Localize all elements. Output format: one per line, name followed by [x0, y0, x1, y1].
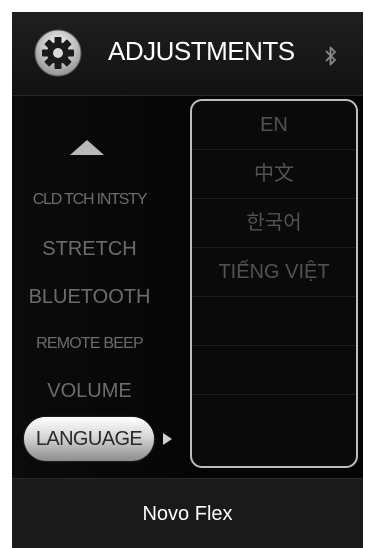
gear-icon[interactable]	[34, 29, 82, 77]
settings-menu: CLD TCH INTSTY STRETCH BLUETOOTH REMOTE …	[12, 96, 187, 478]
model-name: Novo Flex	[142, 503, 233, 525]
triangle-up-icon[interactable]	[70, 140, 104, 155]
language-option-empty-2	[192, 346, 356, 395]
language-option-korean[interactable]: 한국어	[192, 199, 356, 248]
language-option-en[interactable]: EN	[192, 101, 356, 150]
menu-item-volume[interactable]: VOLUME	[12, 380, 167, 403]
language-option-vietnamese[interactable]: TIẾNG VIỆT	[192, 248, 356, 297]
header-bar: ADJUSTMENTS	[12, 12, 363, 96]
language-options-panel: EN 中文 한국어 TIẾNG VIỆT	[190, 99, 358, 468]
menu-item-language-selected[interactable]: LANGUAGE	[24, 417, 154, 461]
bluetooth-icon	[324, 45, 338, 67]
menu-item-cld-tch-intsty[interactable]: CLD TCH INTSTY	[12, 191, 167, 209]
menu-item-bluetooth[interactable]: BLUETOOTH	[12, 286, 167, 309]
language-option-empty-1	[192, 297, 356, 346]
language-option-empty-3	[192, 395, 356, 443]
menu-item-remote-beep[interactable]: REMOTE BEEP	[12, 335, 167, 353]
remote-screen: ADJUSTMENTS CLD TCH INTSTY STRETCH BLUET…	[12, 12, 363, 548]
menu-item-stretch[interactable]: STRETCH	[12, 238, 167, 261]
page-title: ADJUSTMENTS	[108, 36, 295, 66]
footer-bar: Novo Flex	[12, 478, 363, 548]
menu-item-language-label: LANGUAGE	[35, 428, 143, 450]
triangle-right-icon	[163, 433, 172, 445]
language-option-chinese[interactable]: 中文	[192, 150, 356, 199]
